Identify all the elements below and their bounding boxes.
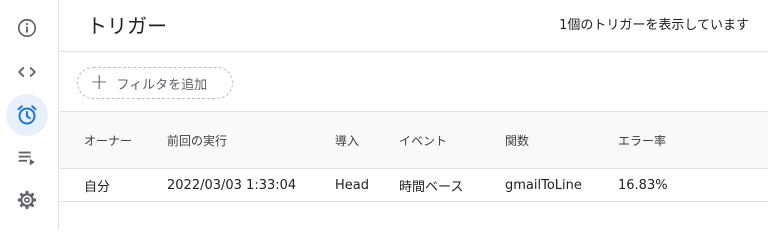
cell-event: 時間ベース [399, 179, 464, 195]
column-header-deployment[interactable]: 導入 [335, 112, 359, 168]
column-header-function[interactable]: 関数 [505, 112, 529, 168]
page-title: トリガー [87, 14, 167, 38]
editor-button[interactable] [6, 51, 48, 93]
column-header-owner[interactable]: オーナー [84, 112, 132, 168]
table-row[interactable]: 自分 2022/03/03 1:33:04 Head 時間ベース gmailTo… [60, 169, 768, 202]
info-icon [17, 18, 37, 38]
add-filter-label: フィルタを追加 [116, 77, 208, 93]
cell-error-rate: 16.83% [618, 177, 668, 193]
side-navigation-rail [0, 0, 59, 230]
column-header-error-rate[interactable]: エラー率 [618, 112, 666, 168]
cell-deployment: Head [335, 177, 369, 193]
executions-button[interactable] [6, 137, 48, 179]
alarm-clock-icon [17, 105, 37, 125]
column-header-last-run[interactable]: 前回の実行 [167, 112, 227, 168]
gear-icon [17, 190, 37, 210]
overview-button[interactable] [6, 7, 48, 49]
executions-list-icon [18, 151, 35, 166]
cell-function: gmailToLine [505, 177, 582, 193]
settings-button[interactable] [6, 179, 48, 221]
add-filter-button[interactable]: + フィルタを追加 [77, 67, 233, 99]
page-header: トリガー 1個のトリガーを表示しています [60, 0, 768, 52]
filter-bar: + フィルタを追加 [60, 52, 768, 112]
column-header-event[interactable]: イベント [399, 112, 447, 168]
cell-owner: 自分 [84, 179, 111, 195]
plus-icon: + [90, 70, 109, 95]
triggers-button[interactable] [6, 94, 48, 136]
table-header: オーナー 前回の実行 導入 イベント 関数 エラー率 [60, 112, 768, 169]
triggers-panel: トリガー 1個のトリガーを表示しています + フィルタを追加 オーナー 前回の実… [60, 0, 768, 230]
code-icon [18, 66, 36, 78]
trigger-count-text: 1個のトリガーを表示しています [559, 18, 749, 33]
cell-last-run: 2022/03/03 1:33:04 [167, 177, 297, 193]
